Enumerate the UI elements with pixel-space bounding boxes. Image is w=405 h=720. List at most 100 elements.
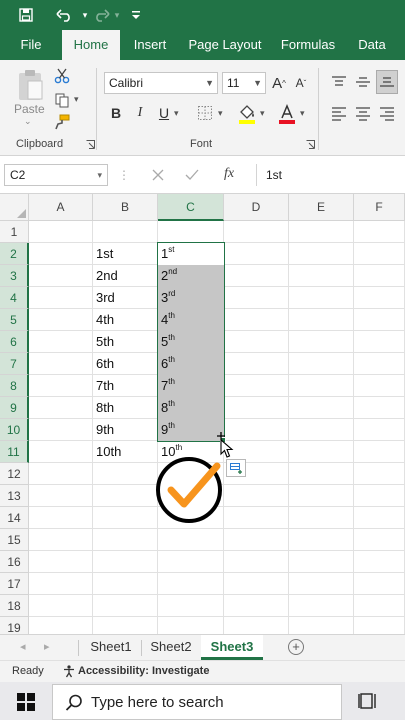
paste-label[interactable]: Paste (14, 102, 45, 116)
cell-b9[interactable]: 8th (93, 397, 158, 419)
tab-formulas[interactable]: Formulas (276, 30, 340, 60)
row-header-15[interactable]: 15 (0, 529, 29, 551)
row-header-2[interactable]: 2 (0, 243, 29, 265)
cell-b6[interactable]: 5th (93, 331, 158, 353)
cell-b10[interactable]: 9th (93, 419, 158, 441)
row-header-9[interactable]: 9 (0, 397, 29, 419)
formula-input[interactable]: 1st (256, 164, 405, 186)
cell-b11[interactable]: 10th (93, 441, 158, 463)
column-header-c[interactable]: C (158, 194, 224, 221)
redo-icon[interactable] (88, 0, 114, 30)
autofill-options-button[interactable] (226, 459, 246, 477)
font-color-dropdown-icon[interactable]: ▾ (300, 108, 305, 119)
redo-dropdown-icon[interactable]: ▾ (112, 0, 122, 30)
accessibility-icon[interactable] (62, 664, 76, 678)
align-right-icon[interactable] (376, 104, 398, 124)
row-header-7[interactable]: 7 (0, 353, 29, 375)
borders-dropdown-icon[interactable]: ▾ (218, 108, 223, 119)
cell-c9[interactable]: 8th (158, 397, 224, 419)
cut-icon[interactable] (52, 66, 72, 86)
undo-icon[interactable] (50, 0, 80, 30)
sheet-tab-sheet3[interactable]: Sheet3 (201, 635, 263, 660)
column-header-d[interactable]: D (224, 194, 289, 221)
new-sheet-icon[interactable]: + (288, 639, 304, 655)
bold-button[interactable]: B (106, 102, 126, 124)
cell-b2[interactable]: 1st (93, 243, 158, 265)
row-header-18[interactable]: 18 (0, 595, 29, 617)
cell-b7[interactable]: 6th (93, 353, 158, 375)
cell-b4[interactable]: 3rd (93, 287, 158, 309)
tab-data[interactable]: Data (350, 30, 394, 60)
font-name-dropdown-icon[interactable]: ▼ (205, 73, 214, 93)
windows-start-icon[interactable] (17, 693, 35, 711)
font-size-dropdown-icon[interactable]: ▼ (253, 73, 262, 93)
select-all-corner[interactable] (0, 194, 29, 221)
accessibility-status[interactable]: Accessibility: Investigate (78, 665, 209, 677)
italic-button[interactable]: I (130, 102, 150, 124)
align-center-icon[interactable] (352, 104, 374, 124)
font-size-combo[interactable]: 11 ▼ (222, 72, 266, 94)
shrink-font-icon[interactable]: Aˇ (292, 72, 310, 94)
cell-b8[interactable]: 7th (93, 375, 158, 397)
prev-sheet-icon[interactable]: ◂ (20, 640, 26, 653)
cell-c5[interactable]: 4th (158, 309, 224, 331)
underline-dropdown-icon[interactable]: ▾ (174, 108, 179, 119)
format-painter-icon[interactable] (52, 112, 72, 132)
copy-icon[interactable] (52, 90, 72, 110)
sheet-tab-sheet1[interactable]: Sheet1 (82, 635, 140, 660)
cell-b5[interactable]: 4th (93, 309, 158, 331)
row-header-5[interactable]: 5 (0, 309, 29, 331)
sheet-tab-sheet2[interactable]: Sheet2 (143, 635, 199, 660)
cell-c6[interactable]: 5th (158, 331, 224, 353)
row-header-8[interactable]: 8 (0, 375, 29, 397)
tab-page-layout[interactable]: Page Layout (184, 30, 266, 60)
row-header-17[interactable]: 17 (0, 573, 29, 595)
column-header-f[interactable]: F (354, 194, 405, 221)
row-header-1[interactable]: 1 (0, 221, 29, 243)
row-header-14[interactable]: 14 (0, 507, 29, 529)
clipboard-launcher-icon[interactable] (86, 140, 95, 149)
font-name-combo[interactable]: Calibri ▼ (104, 72, 218, 94)
grow-font-icon[interactable]: A ^ (270, 72, 288, 94)
font-color-icon[interactable] (276, 102, 298, 126)
formula-more-icon[interactable]: ⋮ (118, 168, 130, 182)
paste-dropdown-icon[interactable]: ⌄ (24, 116, 32, 127)
fill-color-icon[interactable] (236, 102, 258, 126)
worksheet-grid[interactable]: ABCDEF 1234567891011121314151617181920 1… (0, 194, 405, 661)
customize-icon[interactable] (128, 0, 144, 30)
name-box-dropdown-icon[interactable]: ▾ (97, 165, 102, 185)
tab-file[interactable]: File (10, 30, 52, 60)
save-icon[interactable] (14, 0, 38, 30)
column-header-a[interactable]: A (29, 194, 93, 221)
row-header-3[interactable]: 3 (0, 265, 29, 287)
top-align-icon[interactable] (328, 72, 350, 92)
tab-insert[interactable]: Insert (124, 30, 176, 60)
tab-home[interactable]: Home (62, 30, 120, 60)
row-header-13[interactable]: 13 (0, 485, 29, 507)
cell-c7[interactable]: 6th (158, 353, 224, 375)
underline-button[interactable]: U (154, 102, 174, 124)
cell-b3[interactable]: 2nd (93, 265, 158, 287)
middle-align-icon[interactable] (352, 72, 374, 92)
row-header-6[interactable]: 6 (0, 331, 29, 353)
insert-function-icon[interactable]: fx (224, 166, 234, 182)
copy-dropdown-icon[interactable]: ▾ (74, 94, 79, 105)
next-sheet-icon[interactable]: ▸ (44, 640, 50, 653)
row-header-4[interactable]: 4 (0, 287, 29, 309)
align-left-icon[interactable] (328, 104, 350, 124)
enter-icon[interactable] (182, 165, 202, 185)
taskbar-search[interactable]: Type here to search (52, 684, 342, 720)
cell-c3[interactable]: 2nd (158, 265, 224, 287)
cancel-icon[interactable] (148, 165, 168, 185)
name-box[interactable]: C2 ▾ (4, 164, 108, 186)
cell-c8[interactable]: 7th (158, 375, 224, 397)
row-header-10[interactable]: 10 (0, 419, 29, 441)
row-header-12[interactable]: 12 (0, 463, 29, 485)
bottom-align-icon[interactable] (376, 70, 398, 94)
column-header-b[interactable]: B (93, 194, 158, 221)
fill-color-dropdown-icon[interactable]: ▾ (260, 108, 265, 119)
paste-icon[interactable] (12, 66, 48, 104)
cell-c2[interactable]: 1st (158, 243, 224, 265)
column-header-e[interactable]: E (289, 194, 354, 221)
cell-c4[interactable]: 3rd (158, 287, 224, 309)
